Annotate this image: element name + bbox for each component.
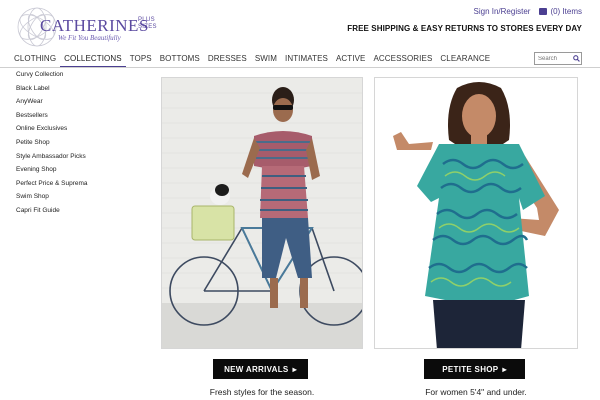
nav-divider [0, 67, 600, 68]
main-nav: CLOTHING COLLECTIONS TOPS BOTTOMS DRESSE… [13, 52, 494, 67]
sidebar-item-black-label[interactable]: Black Label [16, 84, 88, 98]
sidebar-item-petite-shop[interactable]: Petite Shop [16, 138, 88, 152]
search-box [534, 52, 582, 65]
petite-shop-button[interactable]: PETITE SHOP ▸ [424, 359, 525, 379]
nav-bottoms[interactable]: BOTTOMS [156, 52, 204, 67]
signin-link[interactable]: Sign In/Register [474, 7, 531, 16]
utility-bar: Sign In/Register (0) Items [474, 7, 582, 16]
brand-plus-sizes: PLUS SIZES [138, 17, 157, 30]
play-arrow-icon: ▸ [292, 364, 297, 374]
nav-active[interactable]: ACTIVE [332, 52, 370, 67]
petite-shop-caption: For women 5'4" and under. [425, 387, 527, 397]
new-arrivals-label: NEW ARRIVALS [224, 364, 289, 374]
nav-accessories[interactable]: ACCESSORIES [369, 52, 436, 67]
cart-count: (0) Items [550, 7, 582, 16]
sidebar-item-online-exclusives[interactable]: Online Exclusives [16, 124, 88, 138]
nav-tops[interactable]: TOPS [126, 52, 156, 67]
sidebar-item-curvy-collection[interactable]: Curvy Collection [16, 70, 88, 84]
nav-intimates[interactable]: INTIMATES [281, 52, 332, 67]
petite-shop-image[interactable] [374, 77, 578, 349]
nav-clothing[interactable]: CLOTHING [13, 52, 60, 67]
nav-clearance[interactable]: CLEARANCE [436, 52, 494, 67]
new-arrivals-image[interactable] [161, 77, 363, 349]
nav-collections[interactable]: COLLECTIONS [60, 52, 126, 67]
magnifier-icon [572, 55, 580, 62]
brand-logo[interactable]: CATHERINES PLUS SIZES We Fit You Beautifu… [14, 4, 157, 52]
collections-sidebar: Curvy Collection Black Label AnyWear Bes… [16, 70, 88, 220]
search-input[interactable] [535, 53, 571, 64]
cart-link[interactable]: (0) Items [539, 7, 582, 16]
new-arrivals-caption: Fresh styles for the season. [209, 387, 315, 397]
petite-shop-label: PETITE SHOP [442, 364, 499, 374]
sidebar-item-anywear[interactable]: AnyWear [16, 97, 88, 111]
sidebar-item-evening-shop[interactable]: Evening Shop [16, 165, 88, 179]
promo-banner: FREE SHIPPING & EASY RETURNS TO STORES E… [347, 24, 582, 33]
sidebar-item-swim-shop[interactable]: Swim Shop [16, 192, 88, 206]
sidebar-item-style-ambassador-picks[interactable]: Style Ambassador Picks [16, 152, 88, 166]
woman-in-tunic-photo [375, 78, 577, 348]
brand-tagline: We Fit You Beautifully [58, 34, 121, 42]
search-button[interactable] [571, 53, 581, 64]
play-arrow-icon: ▸ [502, 364, 507, 374]
nav-dresses[interactable]: DRESSES [204, 52, 251, 67]
new-arrivals-button[interactable]: NEW ARRIVALS ▸ [213, 359, 308, 379]
nav-swim[interactable]: SWIM [251, 52, 281, 67]
sidebar-item-bestsellers[interactable]: Bestsellers [16, 111, 88, 125]
brand-name: CATHERINES [40, 16, 149, 35]
sidebar-item-capri-fit-guide[interactable]: Capri Fit Guide [16, 206, 88, 220]
sidebar-item-perfect-price-suprema[interactable]: Perfect Price & Suprema [16, 179, 88, 193]
woman-with-bicycle-photo [162, 78, 362, 348]
shopping-bag-icon [539, 8, 548, 15]
